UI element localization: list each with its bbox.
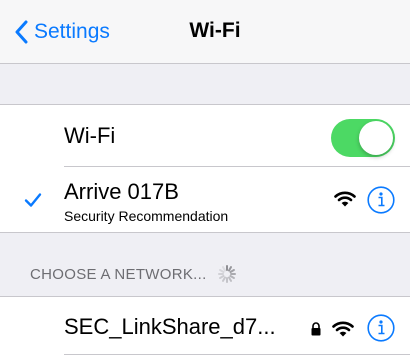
page-title: Wi-Fi xyxy=(189,19,241,42)
info-icon[interactable] xyxy=(367,186,395,214)
divider xyxy=(0,232,410,233)
network-row[interactable]: SEC_LinkShare_d7... xyxy=(0,297,410,358)
section-header: CHOOSE A NETWORK... xyxy=(30,264,237,284)
network-name: Arrive 017B xyxy=(64,179,179,204)
wifi-toggle[interactable] xyxy=(331,119,395,157)
section-header-label: CHOOSE A NETWORK... xyxy=(30,265,207,283)
network-name: SEC_LinkShare_d7... xyxy=(64,314,276,339)
wifi-settings-group: Wi-Fi Arrive 017B Security Recommendatio… xyxy=(0,105,410,232)
connected-network-row[interactable]: Arrive 017B Security Recommendation xyxy=(0,167,410,232)
wifi-signal-icon xyxy=(334,191,356,207)
navigation-bar: Settings Wi-Fi xyxy=(0,0,410,64)
divider xyxy=(64,354,410,355)
checkmark-icon xyxy=(24,193,42,207)
info-icon[interactable] xyxy=(367,314,395,342)
wifi-label: Wi-Fi xyxy=(64,123,116,148)
wifi-toggle-row: Wi-Fi xyxy=(0,105,410,166)
network-subtitle: Security Recommendation xyxy=(64,208,229,224)
available-networks-group: SEC_LinkShare_d7... xyxy=(0,297,410,358)
toggle-knob xyxy=(359,121,393,155)
loading-spinner-icon xyxy=(217,265,236,283)
lock-icon xyxy=(311,322,321,336)
wifi-signal-icon xyxy=(332,321,354,337)
